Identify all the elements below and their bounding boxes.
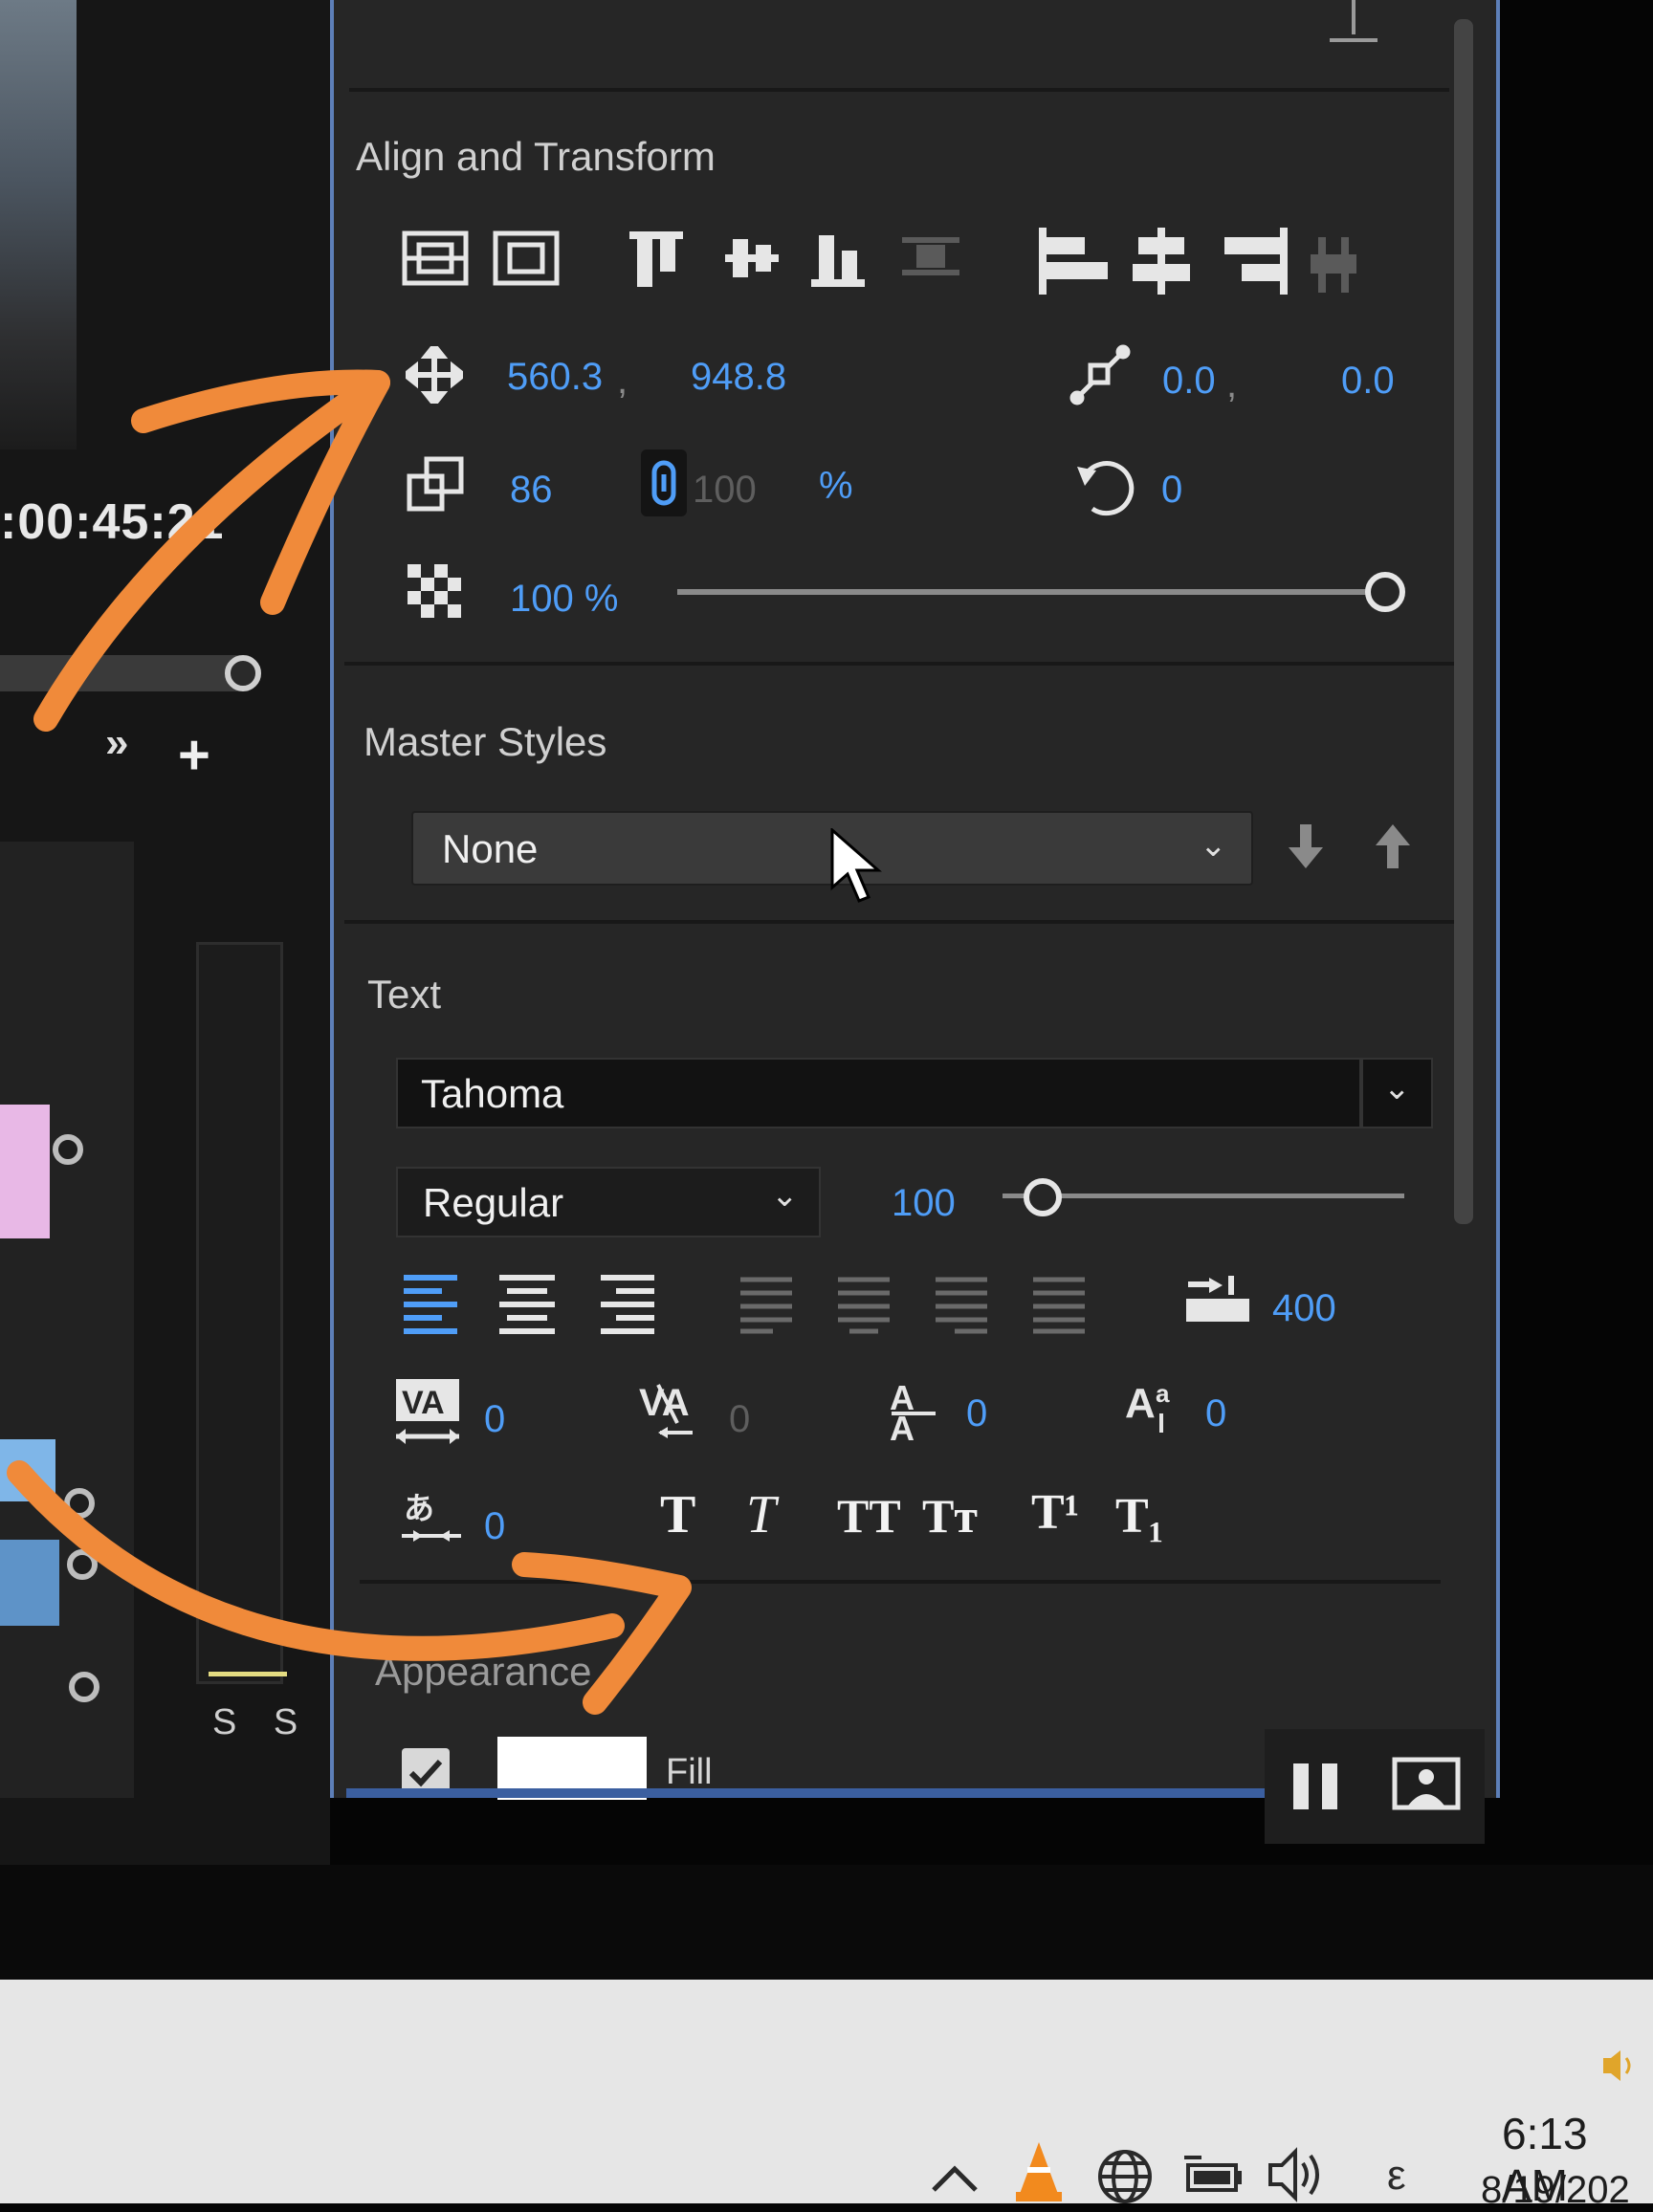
subscript-button[interactable]: T₁: [1115, 1488, 1163, 1544]
scrub-handle[interactable]: [225, 655, 261, 691]
track-scroll-handle[interactable]: [53, 1134, 83, 1165]
opacity-icon: [408, 564, 461, 618]
paragraph-align-row: [400, 1270, 1089, 1339]
font-style-dropdown[interactable]: Regular ⌄: [396, 1167, 821, 1237]
tab-width-value[interactable]: 400: [1272, 1287, 1336, 1330]
clock-date[interactable]: 8/19/202: [1481, 2169, 1630, 2212]
panel-scrollbar[interactable]: [1454, 19, 1473, 1224]
input-language-indicator[interactable]: ε: [1387, 2152, 1406, 2200]
rotation-value[interactable]: 0: [1161, 469, 1182, 512]
dropdown-separator: [1359, 1060, 1363, 1127]
baseline-shift-value[interactable]: 0: [1205, 1392, 1226, 1435]
audio-meter: [196, 942, 283, 1684]
playhead-timecode[interactable]: :00:45:21: [0, 493, 224, 551]
svg-text:あ: あ: [404, 1491, 434, 1525]
svg-text:VA: VA: [639, 1382, 690, 1424]
position-y-value[interactable]: 948.8: [691, 356, 786, 399]
font-family-dropdown[interactable]: Tahoma ⌄: [396, 1058, 1433, 1128]
pull-from-master-style-icon[interactable]: [1374, 822, 1412, 870]
svg-text:A: A: [1125, 1380, 1156, 1427]
track-scroll-handle[interactable]: [67, 1549, 98, 1580]
scale-icon: [406, 455, 467, 513]
tab-width-icon: [1186, 1272, 1249, 1325]
font-family-value: Tahoma: [421, 1071, 564, 1116]
master-styles-title: Master Styles: [364, 719, 607, 764]
baseline-shift-icon: Aa: [1123, 1369, 1190, 1436]
all-caps-button[interactable]: TT: [837, 1488, 901, 1544]
kerning-value[interactable]: 0: [484, 1398, 505, 1441]
kerning-icon: VA: [392, 1375, 465, 1448]
scale-unit: %: [819, 465, 853, 507]
small-caps-button[interactable]: Tт: [922, 1488, 978, 1544]
superscript-button[interactable]: T¹: [1031, 1484, 1079, 1541]
anchor-x-value[interactable]: 0.0: [1162, 360, 1216, 403]
scale-height-value: 100: [693, 469, 757, 511]
notification-speaker-icon: [1599, 2047, 1647, 2085]
pause-icon[interactable]: [1289, 1760, 1343, 1813]
font-size-slider-handle[interactable]: [1024, 1178, 1062, 1216]
section-divider: [344, 662, 1454, 666]
section-divider: [360, 1580, 1441, 1584]
leading-icon: AA: [882, 1368, 949, 1444]
audio-clip[interactable]: [0, 1540, 59, 1626]
master-styles-selected: None: [442, 826, 539, 871]
track-scroll-handle[interactable]: [64, 1488, 95, 1519]
timeline-scrub-bar[interactable]: [0, 655, 249, 691]
solo-buttons[interactable]: S S: [212, 1702, 311, 1743]
anchor-separator: ,: [1226, 363, 1238, 405]
opacity-slider-handle[interactable]: [1365, 572, 1405, 612]
chevron-down-icon: ⌄: [1200, 827, 1227, 864]
video-preview-thumbnail: [0, 0, 77, 449]
scale-value[interactable]: 86: [510, 469, 553, 512]
chevron-down-icon: ⌄: [771, 1177, 799, 1214]
font-size-value[interactable]: 100: [892, 1182, 956, 1225]
align-transform-title: Align and Transform: [356, 134, 716, 179]
vlc-icon[interactable]: [1012, 2138, 1066, 2203]
faux-italic-button[interactable]: T: [746, 1484, 776, 1545]
faux-bold-button[interactable]: T: [660, 1484, 695, 1545]
battery-icon[interactable]: [1182, 2152, 1245, 2200]
font-style-value: Regular: [423, 1180, 564, 1225]
volume-icon[interactable]: [1265, 2146, 1328, 2203]
section-divider: [344, 920, 1454, 924]
section-divider: [349, 88, 1449, 92]
opacity-value[interactable]: 100 %: [510, 578, 618, 621]
tracking-value[interactable]: 0: [729, 1398, 750, 1441]
audio-meter-peak: [209, 1672, 287, 1676]
button-editor-plus-icon[interactable]: +: [178, 728, 210, 783]
track-scroll-handle[interactable]: [69, 1672, 99, 1702]
font-size-slider-track[interactable]: [1003, 1194, 1404, 1198]
align-buttons-row: [400, 226, 1395, 302]
text-section-title: Text: [367, 972, 442, 1017]
fill-label: Fill: [666, 1752, 713, 1792]
panel-menu-icon[interactable]: [1320, 0, 1387, 48]
tracking-icon: VA: [639, 1375, 712, 1448]
link-scale-toggle[interactable]: [641, 449, 687, 516]
monitor-bezel: [0, 1865, 1653, 1980]
position-x-value[interactable]: 560.3: [507, 356, 603, 399]
leading-value[interactable]: 0: [966, 1392, 987, 1435]
tsume-value[interactable]: 0: [484, 1505, 505, 1548]
graphic-clip[interactable]: [0, 1105, 50, 1238]
tsume-icon: あ: [400, 1484, 463, 1547]
more-controls-icon[interactable]: »: [105, 719, 128, 767]
chevron-down-icon: ⌄: [1383, 1070, 1411, 1106]
network-globe-icon[interactable]: [1096, 2148, 1156, 2207]
rotation-icon: [1071, 453, 1138, 520]
export-frame-icon[interactable]: [1391, 1756, 1462, 1813]
opacity-slider-track[interactable]: [677, 589, 1385, 595]
svg-text:VA: VA: [402, 1385, 445, 1421]
push-to-master-style-icon[interactable]: [1287, 822, 1325, 870]
mouse-cursor-icon: [830, 828, 888, 905]
timeline-tracks: [0, 842, 134, 1798]
anchor-point-icon: [1069, 344, 1131, 405]
anchor-y-value[interactable]: 0.0: [1341, 360, 1395, 403]
move-icon: [406, 346, 463, 404]
position-separator: ,: [617, 360, 628, 402]
svg-text:a: a: [1156, 1379, 1170, 1408]
appearance-title: Appearance: [375, 1649, 592, 1694]
video-clip[interactable]: [0, 1439, 55, 1501]
show-hidden-icons-icon[interactable]: [928, 2159, 981, 2198]
